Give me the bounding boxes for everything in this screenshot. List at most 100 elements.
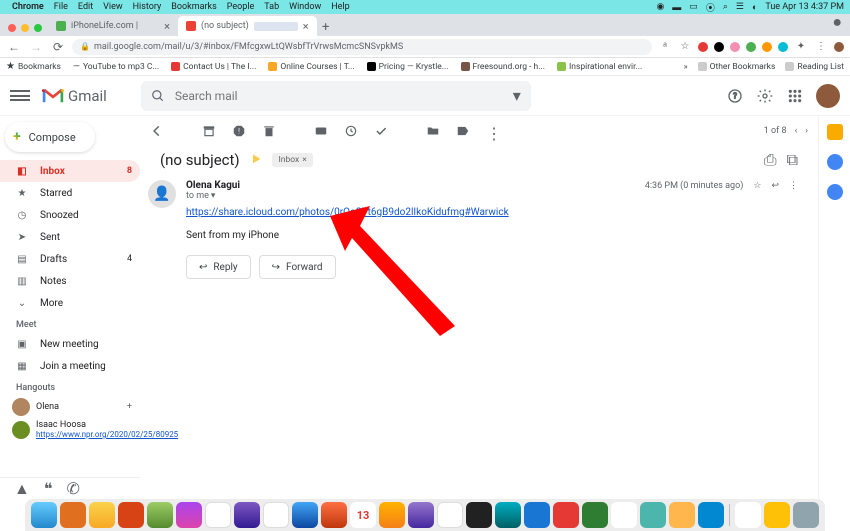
app-icon[interactable] xyxy=(89,502,115,528)
app-icon[interactable] xyxy=(669,502,695,528)
notes-icon[interactable] xyxy=(263,502,289,528)
calendar-icon[interactable]: 13 xyxy=(350,502,376,528)
battery-icon[interactable]: ▭ xyxy=(689,2,698,12)
bookmark-item[interactable]: ★Bookmarks xyxy=(6,61,61,72)
add-task-icon[interactable] xyxy=(374,124,388,138)
print-icon[interactable]: ⎙ xyxy=(764,150,777,170)
spam-icon[interactable]: ! xyxy=(232,124,246,138)
tasks-icon[interactable] xyxy=(827,184,843,200)
reply-icon[interactable]: ↩ xyxy=(771,181,779,191)
sidebar-more[interactable]: ⌄More xyxy=(0,292,140,314)
help-menu[interactable]: Help xyxy=(331,2,349,12)
back-button[interactable]: ← xyxy=(6,39,22,55)
maximize-window-button[interactable] xyxy=(34,24,42,32)
extension-icon[interactable] xyxy=(698,42,708,52)
sender-avatar[interactable]: 👤 xyxy=(148,180,176,208)
spotlight-icon[interactable]: ⌕ xyxy=(723,2,728,12)
reload-button[interactable]: ⟳ xyxy=(50,39,66,55)
join-meeting[interactable]: ▦Join a meeting xyxy=(0,355,140,377)
forward-button[interactable]: → xyxy=(28,39,44,55)
compose-button[interactable]: + Compose xyxy=(5,122,95,152)
tab-iphonelife[interactable]: iPhoneLife.com | × xyxy=(48,16,178,36)
keep-icon[interactable] xyxy=(827,154,843,170)
word-icon[interactable] xyxy=(524,502,550,528)
hamburger-menu-icon[interactable] xyxy=(10,90,30,101)
app-icon[interactable] xyxy=(118,502,144,528)
control-center-icon[interactable]: ☰ xyxy=(736,2,744,12)
people-menu[interactable]: People xyxy=(227,2,255,12)
close-window-button[interactable] xyxy=(8,24,16,32)
person-icon[interactable]: ▲ xyxy=(14,479,30,499)
clock[interactable]: Tue Apr 13 4:37 PM xyxy=(765,2,844,12)
other-bookmarks[interactable]: Other Bookmarks xyxy=(698,62,776,72)
bookmark-item[interactable]: Online Courses | T... xyxy=(268,62,354,72)
omnibox[interactable]: 🔒 mail.google.com/mail/u/3/#inbox/FMfcgx… xyxy=(72,39,652,55)
app-icon[interactable] xyxy=(764,502,790,528)
sidebar-snoozed[interactable]: ◷Snoozed xyxy=(0,204,140,226)
extension-icon[interactable] xyxy=(762,42,772,52)
tab-menu[interactable]: Tab xyxy=(264,2,279,12)
translate-icon[interactable]: ᵃ xyxy=(658,40,672,54)
snooze-icon[interactable] xyxy=(344,124,358,138)
hangout-contact[interactable]: Isaac Hoosa https://www.npr.org/2020/02/… xyxy=(0,418,140,441)
mark-unread-icon[interactable] xyxy=(314,124,328,138)
star-icon[interactable]: ☆ xyxy=(678,40,692,54)
tab-gmail[interactable]: (no subject) × xyxy=(178,16,317,36)
apps-icon[interactable] xyxy=(786,87,804,105)
search-options-icon[interactable]: ▾ xyxy=(513,86,521,105)
file-menu[interactable]: File xyxy=(54,2,68,12)
archive-icon[interactable] xyxy=(202,124,216,138)
sidebar-sent[interactable]: ➤Sent xyxy=(0,226,140,248)
extension-icon[interactable] xyxy=(714,42,724,52)
bookmark-item[interactable]: Inspirational envir... xyxy=(557,62,642,72)
details-toggle-icon[interactable]: ▾ xyxy=(211,191,216,201)
sidebar-inbox[interactable]: ◧Inbox8 xyxy=(0,160,140,182)
close-tab-icon[interactable]: × xyxy=(164,20,170,33)
sidebar-drafts[interactable]: ▤Drafts4 xyxy=(0,248,140,270)
sidebar-starred[interactable]: ★Starred xyxy=(0,182,140,204)
reading-list[interactable]: Reading List xyxy=(785,62,844,72)
safari-icon[interactable] xyxy=(292,502,318,528)
delete-icon[interactable] xyxy=(262,124,276,138)
sidebar-notes[interactable]: ▥Notes xyxy=(0,270,140,292)
flag-icon[interactable]: ▬ xyxy=(672,2,681,13)
edit-menu[interactable]: Edit xyxy=(78,2,93,12)
hangout-contact[interactable]: Olena + xyxy=(0,396,140,418)
minimize-window-button[interactable] xyxy=(21,24,29,32)
move-icon[interactable] xyxy=(426,124,440,138)
star-icon[interactable]: ☆ xyxy=(753,181,761,191)
popout-icon[interactable]: ⧉ xyxy=(787,150,798,170)
app-menu[interactable]: Chrome xyxy=(12,2,44,12)
extension-icon[interactable] xyxy=(778,42,788,52)
calendar-icon[interactable] xyxy=(827,124,843,140)
app-icon[interactable] xyxy=(735,502,761,528)
new-meeting[interactable]: ▣New meeting xyxy=(0,333,140,355)
app-icon[interactable] xyxy=(408,502,434,528)
chrome-icon[interactable] xyxy=(611,502,637,528)
bookmark-item[interactable]: —YouTube to mp3 C... xyxy=(73,62,159,72)
chrome-menu-icon[interactable]: ⋮ xyxy=(814,40,828,54)
more-icon[interactable]: ⋮ xyxy=(789,181,798,191)
search-input[interactable] xyxy=(175,89,503,103)
app-icon[interactable] xyxy=(495,502,521,528)
search-icon[interactable] xyxy=(151,89,165,103)
importance-icon[interactable]: ⯈ xyxy=(250,150,263,170)
bookmark-item[interactable]: Contact Us | The I... xyxy=(171,62,256,72)
label-chip[interactable]: Inbox × xyxy=(272,153,312,167)
bookmark-item[interactable]: Freesound.org - h... xyxy=(461,62,545,72)
bookmark-item[interactable]: Pricing — Krystle... xyxy=(367,62,449,72)
siri-icon[interactable]: ◐ xyxy=(752,2,757,13)
reply-button[interactable]: ↩Reply xyxy=(186,255,251,279)
app-icon[interactable] xyxy=(60,502,86,528)
app-icon[interactable] xyxy=(437,502,463,528)
app-icon[interactable] xyxy=(640,502,666,528)
window-menu[interactable]: Window xyxy=(289,2,321,12)
prev-icon[interactable]: ‹ xyxy=(795,126,798,136)
view-menu[interactable]: View xyxy=(103,2,122,12)
account-avatar[interactable] xyxy=(816,84,840,108)
bookmarks-menu[interactable]: Bookmarks xyxy=(171,2,216,12)
extension-icon[interactable] xyxy=(730,42,740,52)
record-icon[interactable]: ◉ xyxy=(656,2,664,12)
hangouts-icon[interactable]: ❝ xyxy=(44,479,53,498)
powerpoint-icon[interactable] xyxy=(553,502,579,528)
